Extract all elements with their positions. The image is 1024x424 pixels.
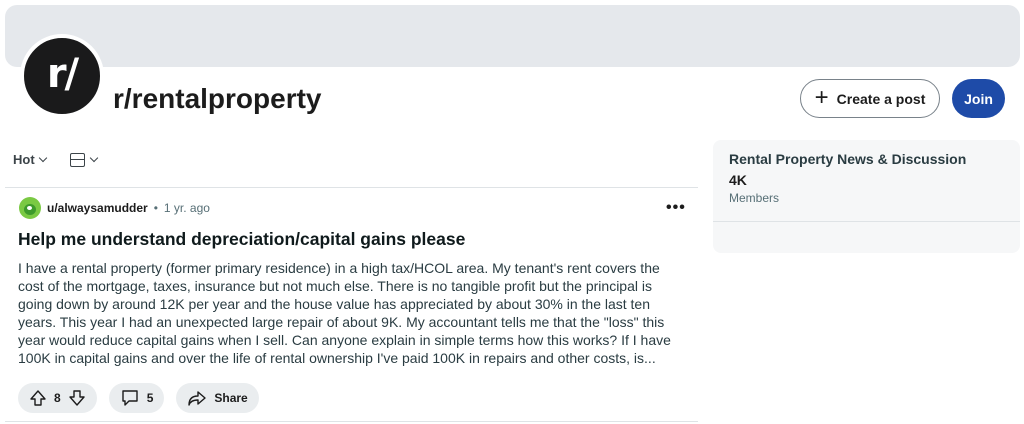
feed-controls: Hot (13, 152, 98, 167)
share-label: Share (214, 391, 248, 405)
comment-icon (121, 390, 138, 406)
user-avatar[interactable] (19, 197, 41, 219)
sidebar-title: Rental Property News & Discussion (729, 151, 967, 167)
comment-count: 5 (146, 391, 154, 405)
meta-separator: • (153, 201, 158, 215)
post-actions: 8 5 Share (18, 383, 259, 413)
members-label: Members (729, 191, 780, 205)
view-mode-dropdown[interactable] (69, 152, 98, 167)
post-body[interactable]: I have a rental property (former primary… (18, 259, 678, 367)
downvote-icon[interactable] (68, 389, 86, 407)
community-sidebar: Rental Property News & Discussion 4K Mem… (713, 140, 1020, 253)
create-post-label: Create a post (836, 90, 926, 107)
share-button[interactable]: Share (176, 383, 259, 413)
post-title[interactable]: Help me understand depreciation/capital … (18, 229, 465, 250)
community-avatar: r/ (20, 34, 104, 118)
members-count: 4K (729, 172, 747, 188)
chevron-down-icon (89, 153, 98, 163)
divider (713, 221, 1020, 222)
layout-icon (69, 152, 85, 167)
plus-icon: + (814, 83, 829, 111)
sort-label: Hot (13, 152, 35, 167)
join-button[interactable]: Join (952, 79, 1005, 118)
post-timestamp: 1 yr. ago (163, 201, 210, 215)
chevron-down-icon (38, 153, 47, 163)
divider (5, 421, 698, 422)
vote-group: 8 (18, 383, 97, 413)
sort-dropdown[interactable]: Hot (13, 152, 47, 167)
vote-count: 8 (54, 391, 61, 405)
upvote-icon[interactable] (29, 389, 47, 407)
create-post-button[interactable]: + Create a post (800, 79, 940, 118)
community-title: r/rentalproperty (113, 83, 322, 114)
community-banner (5, 5, 1020, 67)
community-avatar-text: r/ (46, 51, 79, 97)
username-link[interactable]: u/alwaysamudder (47, 201, 148, 215)
divider (5, 187, 698, 188)
post-meta: u/alwaysamudder • 1 yr. ago (19, 197, 210, 219)
more-options-button[interactable]: ••• (666, 200, 686, 216)
share-icon (188, 391, 207, 406)
comments-button[interactable]: 5 (108, 383, 165, 413)
